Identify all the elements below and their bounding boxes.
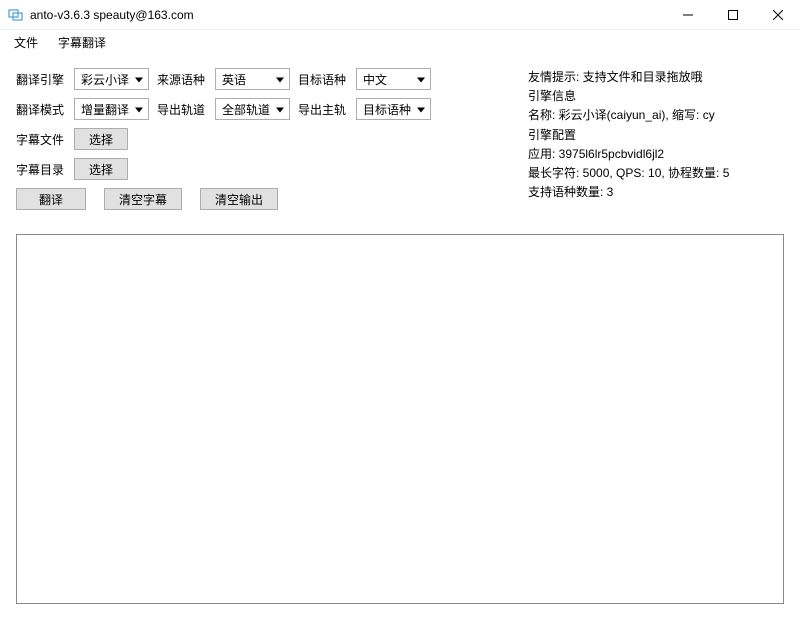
output-area[interactable] xyxy=(16,234,784,604)
window-title: anto-v3.6.3 speauty@163.com xyxy=(30,8,665,22)
menubar: 文件 字幕翻译 xyxy=(0,30,800,54)
close-button[interactable] xyxy=(755,0,800,30)
label-source-lang: 来源语种 xyxy=(157,71,207,88)
menu-subtitle-translate[interactable]: 字幕翻译 xyxy=(54,32,110,53)
translate-button[interactable]: 翻译 xyxy=(16,188,86,210)
minimize-button[interactable] xyxy=(665,0,710,30)
info-config: 引擎配置 xyxy=(528,126,784,145)
choose-dir-button[interactable]: 选择 xyxy=(74,158,128,180)
app-icon xyxy=(8,7,24,23)
select-engine[interactable]: 彩云小译 xyxy=(74,68,149,90)
label-export-main: 导出主轨 xyxy=(298,101,348,118)
info-app: 应用: 3975l6lr5pcbvidl6jl2 xyxy=(528,145,784,164)
select-mode[interactable]: 增量翻译 xyxy=(74,98,149,120)
info-lang-count: 支持语种数量: 3 xyxy=(528,183,784,202)
label-subtitle-file: 字幕文件 xyxy=(16,131,66,148)
form-panel: 翻译引擎 彩云小译 来源语种 英语 目标语种 中文 翻译模式 增量翻译 导出轨道… xyxy=(16,68,516,218)
info-panel: 友情提示: 支持文件和目录拖放哦 引擎信息 名称: 彩云小译(caiyun_ai… xyxy=(516,68,784,218)
label-mode: 翻译模式 xyxy=(16,101,66,118)
clear-output-button[interactable]: 清空输出 xyxy=(200,188,278,210)
titlebar: anto-v3.6.3 speauty@163.com xyxy=(0,0,800,30)
label-subtitle-dir: 字幕目录 xyxy=(16,161,66,178)
info-engine-header: 引擎信息 xyxy=(528,87,784,106)
select-export-track[interactable]: 全部轨道 xyxy=(215,98,290,120)
menu-file[interactable]: 文件 xyxy=(10,32,42,53)
info-limits: 最长字符: 5000, QPS: 10, 协程数量: 5 xyxy=(528,164,784,183)
clear-subtitle-button[interactable]: 清空字幕 xyxy=(104,188,182,210)
maximize-button[interactable] xyxy=(710,0,755,30)
window-controls xyxy=(665,0,800,30)
select-export-main[interactable]: 目标语种 xyxy=(356,98,431,120)
label-engine: 翻译引擎 xyxy=(16,71,66,88)
info-name: 名称: 彩云小译(caiyun_ai), 缩写: cy xyxy=(528,106,784,125)
label-export-track: 导出轨道 xyxy=(157,101,207,118)
label-target-lang: 目标语种 xyxy=(298,71,348,88)
choose-file-button[interactable]: 选择 xyxy=(74,128,128,150)
select-target-lang[interactable]: 中文 xyxy=(356,68,431,90)
info-tip: 友情提示: 支持文件和目录拖放哦 xyxy=(528,68,784,87)
select-source-lang[interactable]: 英语 xyxy=(215,68,290,90)
